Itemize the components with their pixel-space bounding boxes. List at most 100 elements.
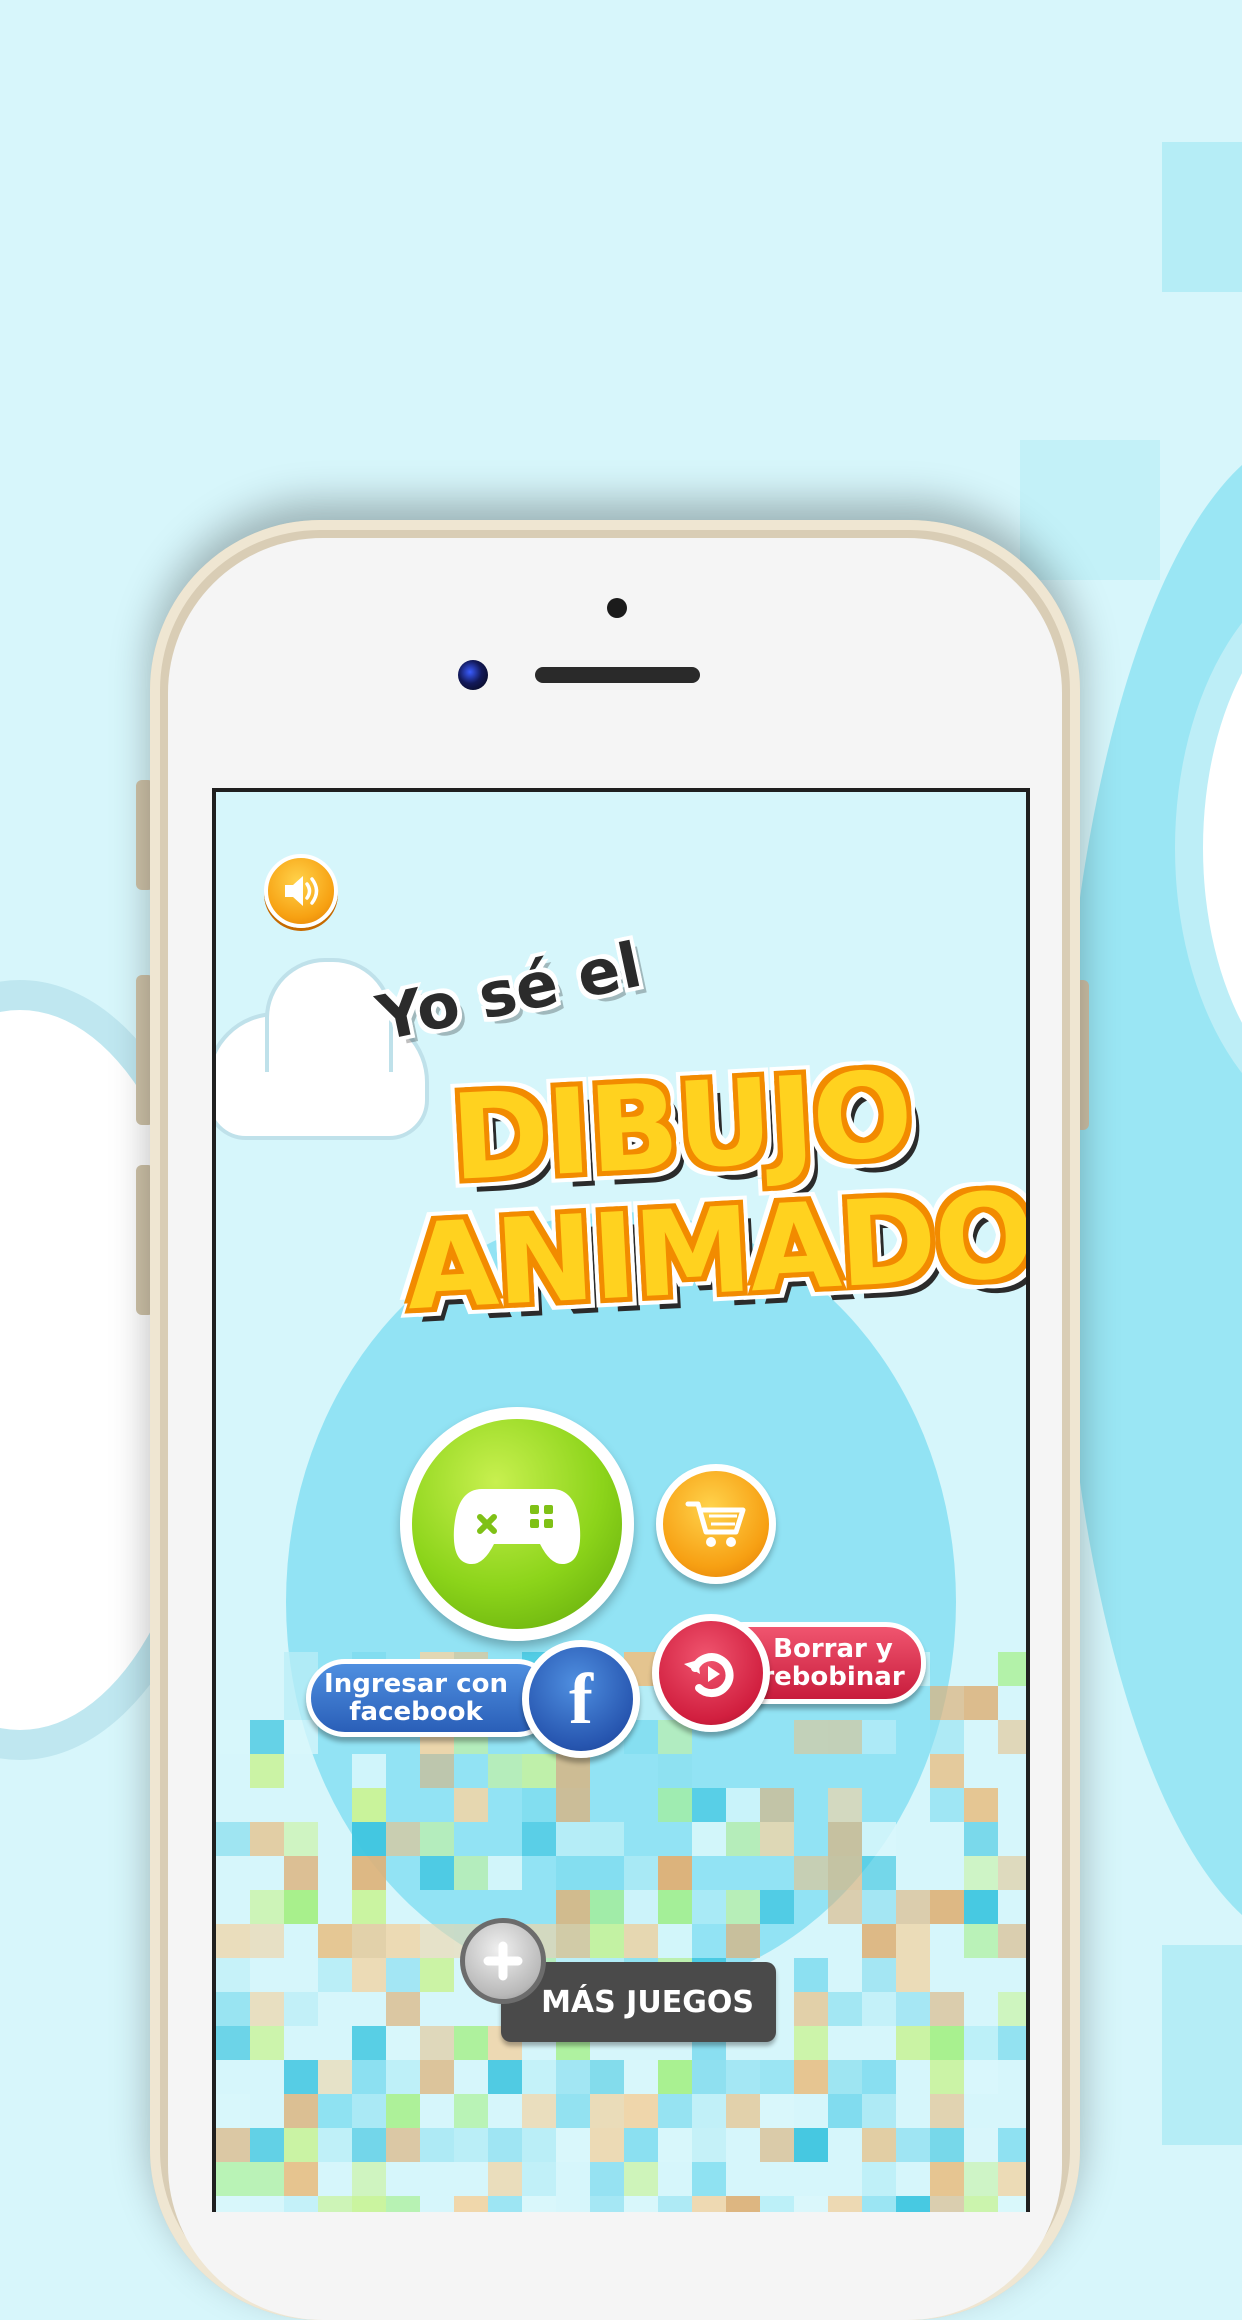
mosaic-tile: [318, 2094, 352, 2128]
mosaic-tile: [454, 1788, 488, 1822]
mosaic-tile: [998, 1856, 1026, 1890]
mosaic-tile: [352, 1788, 386, 1822]
mosaic-tile: [794, 2060, 828, 2094]
mosaic-tile: [964, 2128, 998, 2162]
mosaic-tile: [556, 2060, 590, 2094]
facebook-login-button[interactable]: Ingresar con facebook: [306, 1659, 556, 1737]
mosaic-tile: [556, 1890, 590, 1924]
reset-icon-button[interactable]: [652, 1614, 770, 1732]
mosaic-tile: [862, 1890, 896, 1924]
mosaic-tile: [624, 2196, 658, 2212]
mosaic-tile: [828, 1720, 862, 1754]
mosaic-tile: [794, 1856, 828, 1890]
mosaic-tile: [624, 1924, 658, 1958]
speaker-icon: [285, 876, 319, 906]
mosaic-tile: [658, 2094, 692, 2128]
cart-icon: [685, 1501, 746, 1547]
mosaic-tile: [964, 1856, 998, 1890]
mosaic-tile: [964, 1924, 998, 1958]
mosaic-tile: [794, 1992, 828, 2026]
mosaic-tile: [250, 1890, 284, 1924]
mosaic-tile: [896, 2128, 930, 2162]
background-square: [1162, 142, 1242, 292]
mosaic-tile: [896, 1890, 930, 1924]
mosaic-tile: [964, 2162, 998, 2196]
mosaic-tile: [760, 2128, 794, 2162]
mosaic-tile: [726, 2196, 760, 2212]
mosaic-tile: [862, 2196, 896, 2212]
background-square: [1162, 1945, 1242, 2145]
mosaic-tile: [998, 2196, 1026, 2212]
shop-button[interactable]: [656, 1464, 776, 1584]
mosaic-tile: [250, 2162, 284, 2196]
mosaic-tile: [862, 2094, 896, 2128]
mosaic-tile: [590, 1856, 624, 1890]
mosaic-tile: [998, 2128, 1026, 2162]
mosaic-tile: [930, 1992, 964, 2026]
mosaic-tile: [352, 2026, 386, 2060]
mosaic-tile: [658, 1890, 692, 1924]
mosaic-tile: [658, 2196, 692, 2212]
mosaic-tile: [420, 1822, 454, 1856]
mosaic-tile: [828, 1890, 862, 1924]
mosaic-tile: [930, 1890, 964, 1924]
mosaic-tile: [624, 2094, 658, 2128]
mosaic-tile: [556, 1788, 590, 1822]
mosaic-tile: [352, 2060, 386, 2094]
mosaic-tile: [386, 1992, 420, 2026]
mosaic-tile: [658, 1924, 692, 1958]
mosaic-tile: [794, 1720, 828, 1754]
mosaic-tile: [522, 2128, 556, 2162]
mosaic-tile: [488, 2162, 522, 2196]
mosaic-tile: [386, 2060, 420, 2094]
mosaic-tile: [318, 1958, 352, 1992]
mosaic-tile: [556, 1822, 590, 1856]
mosaic-tile: [624, 2128, 658, 2162]
mosaic-tile: [624, 1890, 658, 1924]
mosaic-tile: [216, 1822, 250, 1856]
mosaic-tile: [454, 2094, 488, 2128]
mosaic-tile: [250, 1754, 284, 1788]
mosaic-tile: [692, 2060, 726, 2094]
background-cloud: [1060, 430, 1242, 1950]
plus-icon: [483, 1941, 523, 1981]
mosaic-tile: [352, 1890, 386, 1924]
mosaic-tile: [896, 1958, 930, 1992]
mosaic-tile: [930, 1720, 964, 1754]
mosaic-tile: [998, 2026, 1026, 2060]
mosaic-tile: [216, 2026, 250, 2060]
mosaic-tile: [760, 2094, 794, 2128]
mosaic-tile: [862, 2060, 896, 2094]
mosaic-tile: [930, 2162, 964, 2196]
mosaic-tile: [624, 1856, 658, 1890]
mosaic-tile: [624, 2162, 658, 2196]
mosaic-tile: [862, 1992, 896, 2026]
mosaic-tile: [590, 2162, 624, 2196]
mosaic-tile: [726, 2094, 760, 2128]
mosaic-tile: [522, 1822, 556, 1856]
mosaic-tile: [828, 2094, 862, 2128]
mosaic-tile: [658, 2060, 692, 2094]
mosaic-tile: [692, 1788, 726, 1822]
mosaic-tile: [284, 1992, 318, 2026]
mosaic-tile: [556, 1924, 590, 1958]
mosaic-tile: [930, 1788, 964, 1822]
more-games-icon-button[interactable]: [460, 1918, 546, 2004]
mosaic-tile: [284, 2162, 318, 2196]
mosaic-tile: [522, 1754, 556, 1788]
mosaic-tile: [420, 1856, 454, 1890]
facebook-icon[interactable]: f: [522, 1640, 640, 1758]
sound-toggle-button[interactable]: [264, 854, 338, 928]
mosaic-tile: [488, 2060, 522, 2094]
mosaic-tile: [998, 2162, 1026, 2196]
mosaic-tile: [590, 2094, 624, 2128]
mosaic-tile: [454, 2128, 488, 2162]
play-button[interactable]: [400, 1407, 634, 1641]
mosaic-tile: [284, 2094, 318, 2128]
mosaic-tile: [454, 1856, 488, 1890]
mosaic-tile: [250, 2128, 284, 2162]
mosaic-tile: [862, 2128, 896, 2162]
mosaic-tile: [862, 1958, 896, 1992]
mosaic-tile: [930, 1754, 964, 1788]
mosaic-tile: [216, 1924, 250, 1958]
